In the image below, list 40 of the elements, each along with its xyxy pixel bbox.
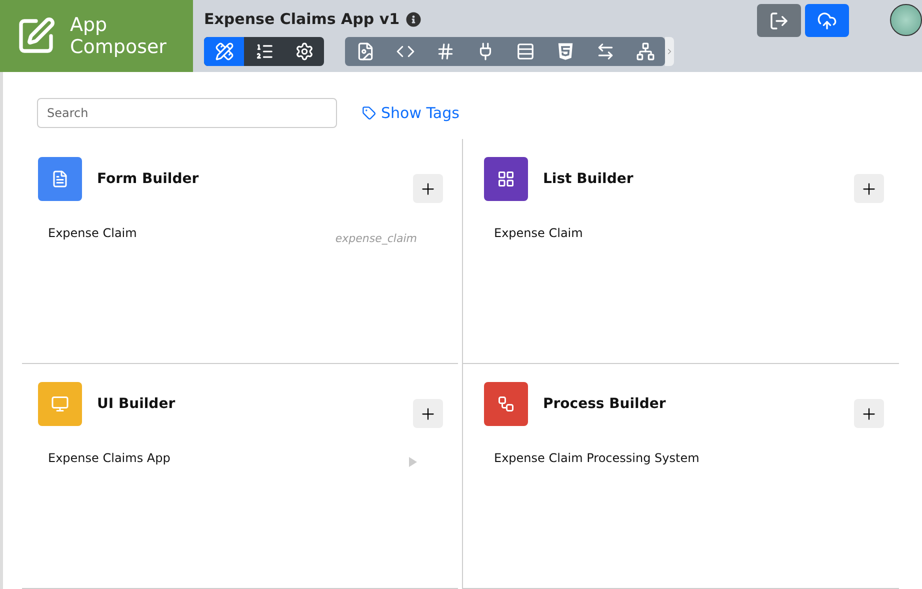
- logo-text: App: [70, 14, 108, 36]
- builder-title: UI Builder: [97, 396, 176, 412]
- user-avatar[interactable]: [890, 4, 922, 36]
- builder-title: List Builder: [543, 170, 634, 186]
- add-button[interactable]: [854, 174, 884, 203]
- builder-title: Form Builder: [97, 170, 200, 186]
- exit-button[interactable]: [757, 4, 801, 37]
- grid-icon: [497, 170, 515, 188]
- hash-icon: [436, 42, 454, 61]
- builder-item[interactable]: Expense Claims App: [48, 451, 170, 465]
- rows-icon: [516, 42, 534, 61]
- add-button[interactable]: [413, 174, 443, 203]
- builder-item[interactable]: Expense Claim: [48, 226, 137, 240]
- sitemap-icon: [636, 42, 654, 61]
- builder-item[interactable]: Expense Claim Processing System: [494, 451, 700, 465]
- html-shield-icon: [556, 42, 574, 61]
- add-button[interactable]: [854, 399, 884, 428]
- monitor-icon: [51, 394, 69, 412]
- swap-arrows-icon: [596, 42, 614, 61]
- exit-icon: [769, 10, 789, 30]
- search-field[interactable]: Search: [37, 98, 337, 128]
- app-title: Expense Claims App v1: [204, 10, 400, 28]
- tools-icon: [214, 42, 234, 61]
- flow-icon: [497, 394, 515, 412]
- add-button[interactable]: [413, 399, 443, 428]
- tag-icon: [362, 106, 376, 120]
- list-icon: [254, 42, 274, 61]
- info-icon[interactable]: [406, 12, 421, 26]
- image-file-icon: [356, 42, 374, 61]
- upload-button[interactable]: [805, 4, 849, 37]
- cloud-upload-icon: [817, 10, 837, 30]
- builder-title: Process Builder: [543, 396, 667, 412]
- show-tags-link[interactable]: Show Tags: [362, 104, 460, 122]
- settings-icon: [294, 42, 314, 61]
- chevron-icon: [665, 47, 674, 56]
- document-icon: [51, 170, 69, 188]
- builder-item[interactable]: Expense Claim: [494, 226, 583, 240]
- edit-icon: [16, 16, 56, 56]
- logo-text: Composer: [70, 36, 166, 58]
- item-tag: expense_claim: [335, 232, 417, 245]
